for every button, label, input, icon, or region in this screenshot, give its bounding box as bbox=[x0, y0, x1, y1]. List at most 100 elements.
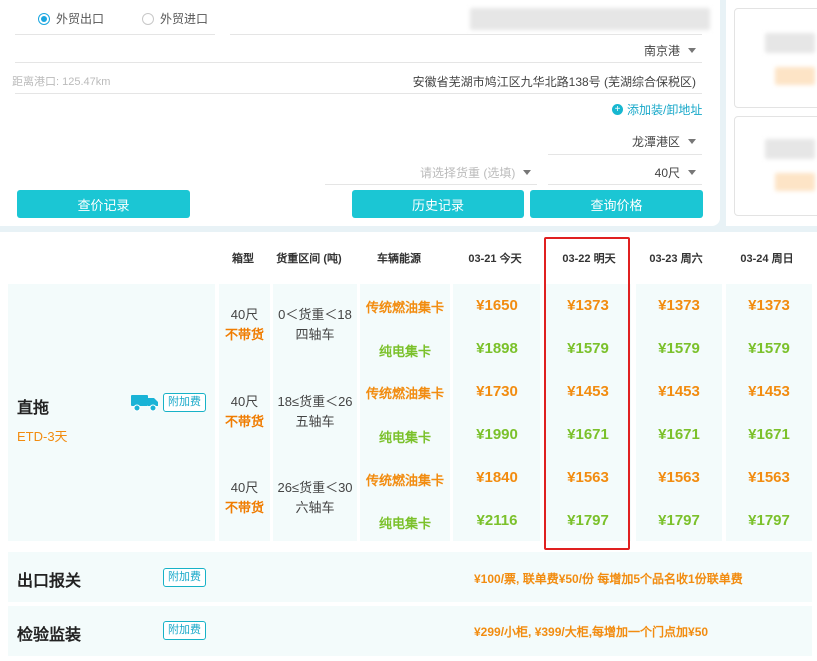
divider bbox=[325, 184, 537, 185]
header-energy: 车辆能源 bbox=[377, 253, 421, 265]
divider bbox=[548, 184, 702, 185]
history-button[interactable]: 历史记录 bbox=[352, 190, 524, 218]
energy-label: 纯电集卡 bbox=[378, 344, 431, 359]
port-select[interactable]: 南京港 bbox=[644, 42, 696, 59]
divider bbox=[230, 34, 702, 35]
radio-export[interactable]: 外贸出口 bbox=[38, 10, 104, 27]
surcharge-button[interactable]: 附加费 bbox=[163, 621, 206, 640]
price-cell[interactable]: ¥1563 bbox=[637, 469, 721, 486]
no-cargo-label: 不带货 bbox=[224, 414, 264, 429]
distance-label: 距离港口: 125.47km bbox=[12, 76, 111, 88]
price-cell[interactable]: ¥1579 bbox=[546, 340, 630, 357]
container-size-select[interactable]: 40尺 bbox=[655, 164, 696, 181]
surcharge-button[interactable]: 附加费 bbox=[163, 393, 206, 412]
energy-label: 传统燃油集卡 bbox=[365, 300, 444, 315]
divider bbox=[15, 62, 702, 63]
radio-unselected-icon bbox=[142, 12, 155, 25]
blurred-field bbox=[470, 8, 710, 30]
radio-import-label: 外贸进口 bbox=[160, 12, 209, 26]
price-cell[interactable]: ¥1797 bbox=[727, 512, 811, 529]
weight-range: 18≤货重＜26 五轴车 bbox=[273, 392, 357, 432]
divider bbox=[15, 93, 702, 94]
side-panel bbox=[726, 0, 817, 226]
header-date-3: 03-24 周日 bbox=[740, 253, 794, 265]
truck-icon bbox=[131, 395, 158, 412]
price-cell[interactable]: ¥1563 bbox=[727, 469, 811, 486]
header-date-2: 03-23 周六 bbox=[649, 253, 703, 265]
side-card[interactable] bbox=[734, 8, 817, 108]
weight-range: 0＜货重＜18 四轴车 bbox=[273, 305, 357, 345]
price-cell[interactable]: ¥1671 bbox=[637, 426, 721, 443]
weight-range-value: 18≤货重＜26 bbox=[277, 394, 353, 409]
header-weight-range: 货重区间 (吨) bbox=[276, 253, 342, 265]
price-cell[interactable]: ¥1797 bbox=[637, 512, 721, 529]
container-size-value: 40尺 bbox=[654, 166, 680, 180]
table-header: 箱型 货重区间 (吨) 车辆能源 03-21 今天 03-22 明天 03-23… bbox=[0, 232, 817, 282]
price-cell[interactable]: ¥1730 bbox=[455, 383, 539, 400]
address-field[interactable]: 安徽省芜湖市鸠江区九华北路138号 (芜湖综合保税区) bbox=[413, 73, 696, 90]
extra-name: 出口报关 bbox=[17, 573, 82, 590]
query-form-panel: 外贸出口 外贸进口 南京港 距离港口: 125.47km 安徽省芜湖市鸠江区九华… bbox=[0, 0, 720, 226]
chevron-down-icon bbox=[688, 48, 696, 53]
price-cell[interactable]: ¥1797 bbox=[546, 512, 630, 529]
weight-range-value: 26≤货重＜30 bbox=[277, 480, 353, 495]
axle-type: 四轴车 bbox=[295, 327, 335, 342]
price-cell[interactable]: ¥1650 bbox=[455, 297, 539, 314]
price-cell[interactable]: ¥1898 bbox=[455, 340, 539, 357]
date-column bbox=[453, 284, 540, 541]
plus-icon: + bbox=[612, 104, 623, 115]
header-date-0: 03-21 今天 bbox=[468, 253, 522, 265]
side-card[interactable] bbox=[734, 116, 817, 216]
chevron-down-icon bbox=[688, 139, 696, 144]
port-area-select[interactable]: 龙潭港区 bbox=[632, 133, 696, 150]
price-records-button[interactable]: 查价记录 bbox=[17, 190, 190, 218]
box-size: 40尺 bbox=[230, 394, 259, 409]
chevron-down-icon bbox=[688, 170, 696, 175]
axle-type: 六轴车 bbox=[295, 500, 335, 515]
price-cell[interactable]: ¥1563 bbox=[546, 469, 630, 486]
extra-name: 检验监装 bbox=[17, 627, 82, 644]
price-cell[interactable]: ¥1840 bbox=[455, 469, 539, 486]
weight-range: 26≤货重＜30 六轴车 bbox=[273, 478, 357, 518]
surcharge-button[interactable]: 附加费 bbox=[163, 568, 206, 587]
price-cell[interactable]: ¥1373 bbox=[727, 297, 811, 314]
energy-label: 传统燃油集卡 bbox=[365, 473, 444, 488]
price-cell[interactable]: ¥1453 bbox=[727, 383, 811, 400]
no-cargo-label: 不带货 bbox=[224, 327, 264, 342]
price-cell[interactable]: ¥1990 bbox=[455, 426, 539, 443]
trade-type-radio-group: 外贸出口 外贸进口 bbox=[38, 10, 246, 27]
no-cargo-label: 不带货 bbox=[224, 500, 264, 515]
price-cell[interactable]: ¥1579 bbox=[727, 340, 811, 357]
price-cell[interactable]: ¥1453 bbox=[546, 383, 630, 400]
service-name: 直拖 bbox=[17, 400, 50, 417]
divider bbox=[15, 34, 215, 35]
price-cell[interactable]: ¥1373 bbox=[546, 297, 630, 314]
box-size: 40尺 bbox=[230, 307, 259, 322]
date-column bbox=[726, 284, 812, 541]
header-date-1: 03-22 明天 bbox=[562, 253, 616, 265]
weight-placeholder: 请选择货重 (选填) bbox=[420, 166, 516, 180]
add-address-link[interactable]: + 添加装/卸地址 bbox=[612, 101, 702, 118]
price-cell[interactable]: ¥1579 bbox=[637, 340, 721, 357]
box-spec: 40尺 不带货 bbox=[219, 392, 270, 432]
radio-selected-icon bbox=[38, 12, 50, 25]
price-cell[interactable]: ¥1453 bbox=[637, 383, 721, 400]
box-size: 40尺 bbox=[230, 480, 259, 495]
radio-import[interactable]: 外贸进口 bbox=[142, 10, 208, 27]
box-spec: 40尺 不带货 bbox=[219, 305, 270, 345]
price-cell[interactable]: ¥1671 bbox=[546, 426, 630, 443]
box-spec: 40尺 不带货 bbox=[219, 478, 270, 518]
price-cell[interactable]: ¥1671 bbox=[727, 426, 811, 443]
etd-label: ETD-3天 bbox=[17, 429, 68, 444]
radio-export-label: 外贸出口 bbox=[56, 12, 105, 26]
port-area-value: 龙潭港区 bbox=[631, 135, 680, 149]
query-price-button[interactable]: 查询价格 bbox=[530, 190, 703, 218]
price-cell[interactable]: ¥2116 bbox=[455, 512, 539, 529]
weight-select[interactable]: 请选择货重 (选填) bbox=[420, 164, 532, 181]
energy-label: 纯电集卡 bbox=[378, 430, 431, 445]
energy-label: 纯电集卡 bbox=[378, 516, 431, 531]
chevron-down-icon bbox=[523, 170, 532, 175]
extra-fee-text: ¥299/小柜, ¥399/大柜,每增加一个门点加¥50 bbox=[474, 625, 709, 639]
date-column bbox=[636, 284, 722, 541]
price-cell[interactable]: ¥1373 bbox=[637, 297, 721, 314]
